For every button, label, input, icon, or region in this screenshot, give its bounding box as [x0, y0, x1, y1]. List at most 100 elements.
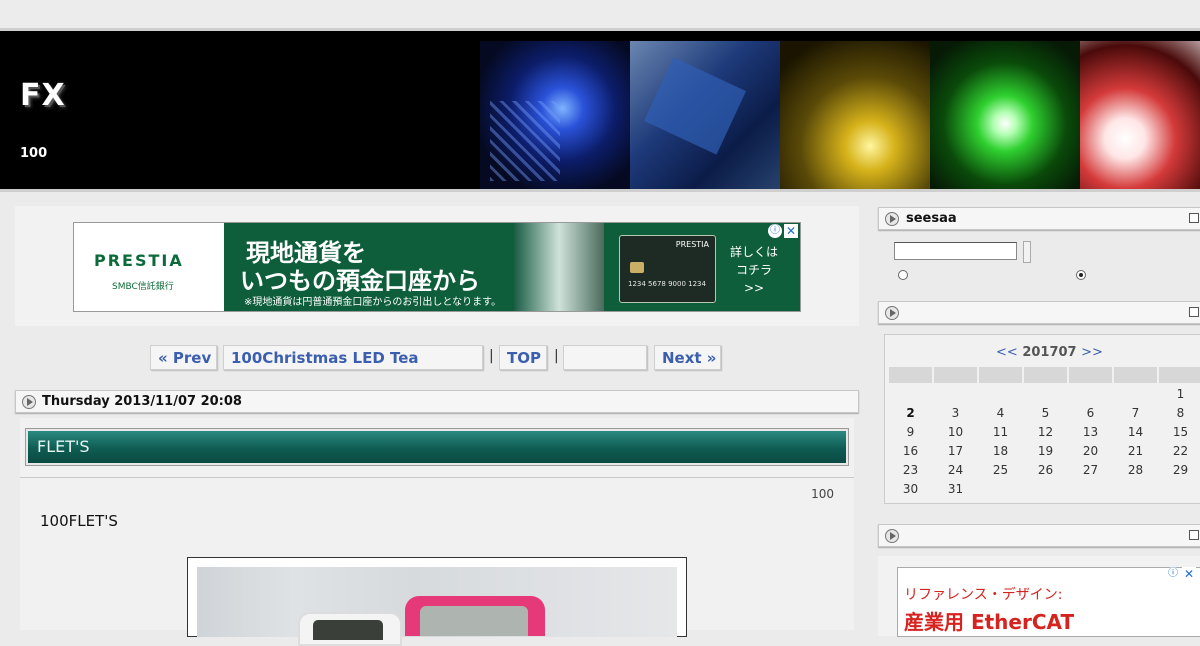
- calendar-day: 12: [1037, 425, 1054, 439]
- top-strip: [0, 0, 1200, 28]
- calendar-day[interactable]: 2: [888, 406, 933, 420]
- blank-pager-button[interactable]: [563, 345, 647, 370]
- sidebar-ad-header: [878, 524, 1200, 547]
- search-input[interactable]: [894, 242, 1017, 260]
- calendar-day: 21: [1127, 444, 1144, 458]
- calendar-day: 22: [1172, 444, 1189, 458]
- pager-separator: |: [489, 348, 494, 364]
- calendar-day: 14: [1127, 425, 1144, 439]
- calendar-day: 1: [1176, 387, 1185, 401]
- top-button[interactable]: TOP: [499, 345, 547, 370]
- ad-choices: ⓘ ✕: [768, 224, 798, 238]
- calendar-day: 10: [947, 425, 964, 439]
- calendar-day: 29: [1172, 463, 1189, 477]
- post-meta: 100: [811, 487, 834, 501]
- calendar-day: 6: [1086, 406, 1095, 420]
- calendar-day: 8: [1176, 406, 1185, 420]
- calendar-day: 5: [1041, 406, 1050, 420]
- site-description: 100: [20, 146, 48, 161]
- calendar-day: 18: [992, 444, 1009, 458]
- current-post-link[interactable]: 100Christmas LED Tea: [223, 345, 483, 370]
- post-title[interactable]: FLET'S: [25, 428, 849, 466]
- calendar-day: 28: [1127, 463, 1144, 477]
- blue-pc-led-photo: [480, 41, 630, 191]
- calendar-day: 23: [902, 463, 919, 477]
- ad-logo: PRESTIA: [94, 251, 184, 270]
- search-scope-radio-site[interactable]: [1076, 270, 1086, 280]
- ad-logo-sub: SMBC信託銀行: [112, 282, 174, 292]
- play-circle-icon: [885, 529, 899, 543]
- post-date-bar: Thursday 2013/11/07 20:08: [15, 390, 859, 413]
- sidebar-calendar-header: [878, 301, 1200, 324]
- calendar-nav: << 201707 >>: [996, 345, 1103, 360]
- search-button[interactable]: [1023, 241, 1031, 263]
- calendar-day: 15: [1172, 425, 1189, 439]
- calendar-weekday-cell: [1069, 367, 1112, 383]
- calendar-day: 11: [992, 425, 1009, 439]
- pink-gadget-screen: [420, 606, 528, 636]
- calendar-weekday-cell: [1114, 367, 1157, 383]
- calendar-month: 201707: [1022, 345, 1077, 360]
- pager-separator: |: [554, 348, 559, 364]
- side-ad-line-1: リファレンス・デザイン:: [904, 587, 1063, 603]
- search-scope-radio-web[interactable]: [898, 270, 908, 280]
- calendar-day: 19: [1037, 444, 1054, 458]
- calendar-day: 9: [906, 425, 915, 439]
- search-title: seesaa: [906, 211, 957, 226]
- red-flashlight-photo: [1080, 41, 1200, 191]
- calendar-weekday-cell: [934, 367, 977, 383]
- calendar-weekday-cell: [1159, 367, 1200, 383]
- white-gadget-screen: [313, 620, 383, 640]
- next-button[interactable]: Next »: [654, 345, 721, 370]
- calendar-weekday-cell: [979, 367, 1022, 383]
- collapse-toggle-icon[interactable]: [1189, 530, 1199, 540]
- calendar-day: 26: [1037, 463, 1054, 477]
- ad-card-name: PRESTIA: [675, 240, 709, 249]
- play-circle-icon: [22, 395, 36, 409]
- prestia-ad-banner[interactable]: PRESTIA SMBC信託銀行 現地通貨を いつもの預金口座から ※現地通貨は…: [73, 222, 801, 312]
- collapse-toggle-icon[interactable]: [1189, 307, 1199, 317]
- calendar-weekday-cell: [1024, 367, 1067, 383]
- collapse-toggle-icon[interactable]: [1189, 213, 1199, 223]
- post-date: Thursday 2013/11/07 20:08: [42, 394, 242, 409]
- yellow-candle-photo: [780, 41, 930, 191]
- ad-logo-area: PRESTIA SMBC信託銀行: [74, 223, 224, 311]
- calendar-next-link[interactable]: >>: [1081, 345, 1103, 360]
- calendar-day: 4: [996, 406, 1005, 420]
- site-title[interactable]: FX: [20, 78, 66, 113]
- ad-note: ※現地通貨は円普通預金口座からのお引出しとなります。: [244, 297, 502, 308]
- calendar-day: 17: [947, 444, 964, 458]
- ethercat-ad[interactable]: リファレンス・デザイン: 産業用 EtherCAT: [897, 567, 1200, 637]
- blue-glass-photo: [630, 41, 780, 191]
- calendar-weekday-cell: [889, 367, 932, 383]
- calendar-day: 31: [947, 482, 964, 496]
- card-chip-icon: [630, 262, 644, 273]
- play-circle-icon: [885, 212, 899, 226]
- calendar-prev-link[interactable]: <<: [996, 345, 1018, 360]
- calendar-day: 30: [902, 482, 919, 496]
- calendar-day: 7: [1131, 406, 1140, 420]
- ad-info-icon[interactable]: ⓘ: [768, 224, 782, 238]
- calendar-day: 20: [1082, 444, 1099, 458]
- calendar-day: 3: [951, 406, 960, 420]
- post-body: 100FLET'S: [40, 512, 118, 530]
- site-header: FX 100: [0, 28, 1200, 192]
- side-ad-line-2: 産業用 EtherCAT: [904, 610, 1075, 634]
- play-circle-icon: [885, 306, 899, 320]
- ad-info-icon[interactable]: ⓘ: [1166, 567, 1180, 581]
- ad-close-icon[interactable]: ✕: [1182, 567, 1196, 581]
- ad-cta[interactable]: 詳しくは コチラ >>: [724, 243, 784, 297]
- calendar-day: 13: [1082, 425, 1099, 439]
- header-inner: FX 100: [0, 36, 1200, 191]
- ad-close-icon[interactable]: ✕: [784, 224, 798, 238]
- green-led-photo: [930, 41, 1080, 191]
- prev-button[interactable]: « Prev: [150, 345, 217, 370]
- calendar-day: 25: [992, 463, 1009, 477]
- header-photo-strip: [480, 41, 1200, 191]
- ad-headline-2: いつもの預金口座から: [240, 267, 480, 295]
- ad-person-photo: [514, 223, 604, 311]
- calendar-day: 16: [902, 444, 919, 458]
- header-divider: [0, 189, 1200, 192]
- side-ad-choices: ⓘ ✕: [1166, 567, 1196, 581]
- ad-credit-card: PRESTIA 1234 5678 9000 1234: [619, 235, 716, 303]
